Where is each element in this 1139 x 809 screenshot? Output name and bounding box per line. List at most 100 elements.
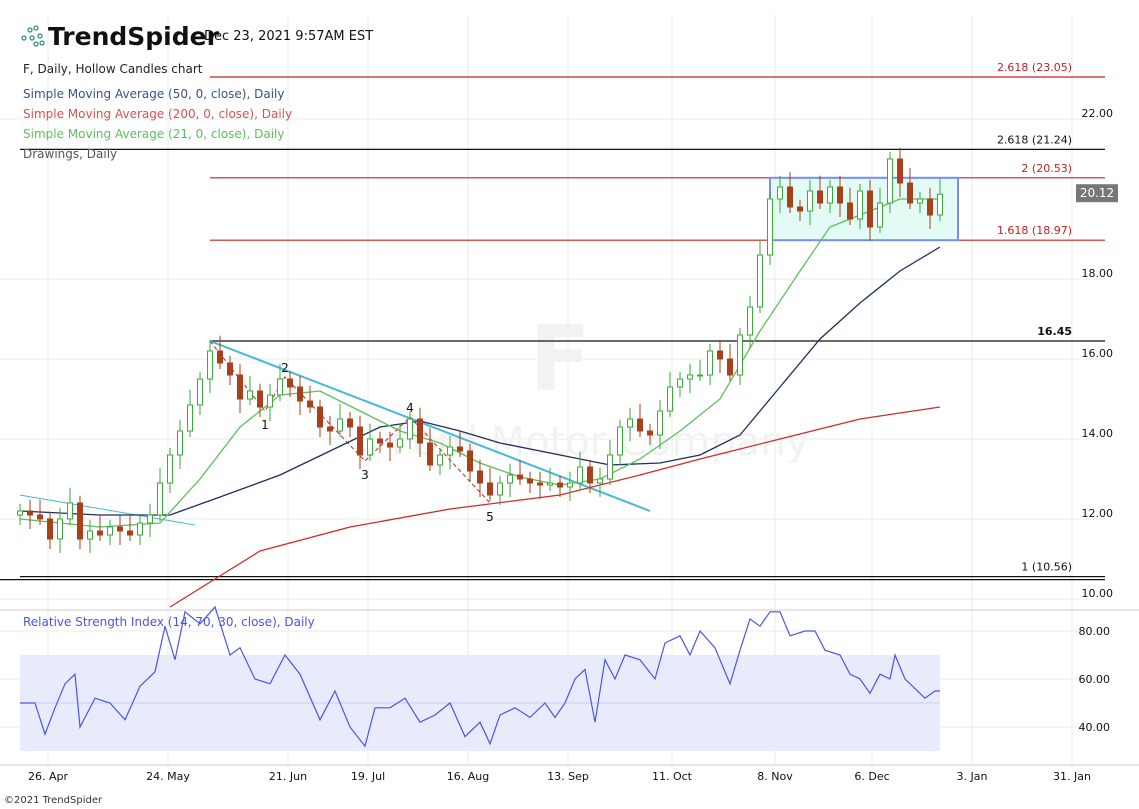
legend-main[interactable]: F, Daily, Hollow Candles chart (23, 62, 203, 76)
fib-level-label: 1 (10.56) (1021, 561, 1072, 574)
candle-up (607, 454, 613, 480)
candle-up (247, 390, 253, 400)
candle-down (127, 530, 133, 536)
candle-down (467, 450, 473, 472)
watermark-symbol: F (529, 307, 590, 412)
candle-up (627, 418, 633, 428)
candle-up (807, 190, 813, 212)
candle-up (857, 190, 863, 220)
candle-up (447, 446, 453, 456)
candle-up (147, 514, 153, 524)
fib-level-label: 2 (20.53) (1021, 162, 1072, 175)
rsi-tick-label: 80.00 (1079, 625, 1111, 638)
candle-down (787, 186, 793, 208)
candle-up (877, 202, 883, 228)
candle-up (277, 378, 283, 396)
candle-down (357, 426, 363, 456)
candle-up (547, 482, 553, 486)
candle-up (197, 378, 203, 406)
candle-down (297, 386, 303, 402)
candle-down (487, 482, 493, 496)
candle-down (517, 474, 523, 480)
price-tick-label: 18.00 (1082, 267, 1114, 280)
rsi-tick-label: 40.00 (1079, 721, 1111, 734)
price-tick-label: 16.00 (1082, 347, 1114, 360)
time-tick-label: 6. Dec (854, 770, 889, 783)
candle-up (167, 454, 173, 484)
candle-up (707, 350, 713, 376)
candle-up (157, 482, 163, 516)
candle-up (937, 193, 943, 216)
candle-up (677, 378, 683, 388)
candle-down (77, 502, 83, 540)
candle-down (117, 526, 123, 532)
candle-up (57, 518, 63, 540)
candle-down (307, 400, 313, 408)
candle-down (317, 406, 323, 428)
legend-sma21[interactable]: Simple Moving Average (21, 0, close), Da… (23, 127, 284, 141)
candle-up (697, 374, 703, 377)
candle-up (437, 454, 443, 466)
candle-down (847, 202, 853, 220)
price-tick-label: 14.00 (1082, 427, 1114, 440)
candle-down (837, 186, 843, 204)
time-tick-label: 16. Aug (447, 770, 489, 783)
candle-up (497, 482, 503, 496)
brand-logo: TrendSpider (48, 22, 220, 51)
trendspider-logo-icon (21, 25, 45, 47)
wave-label: 3 (361, 468, 369, 482)
time-tick-label: 21. Jun (269, 770, 307, 783)
candle-down (537, 482, 543, 486)
fib-level-label: 2.618 (23.05) (997, 61, 1072, 74)
legend-sma50[interactable]: Simple Moving Average (50, 0, close), Da… (23, 87, 284, 101)
time-tick-label: 19. Jul (351, 770, 385, 783)
candle-up (597, 478, 603, 484)
candle-down (717, 350, 723, 360)
legend-drawings[interactable]: Drawings, Daily (23, 147, 117, 161)
timestamp: Dec 23, 2021 9:57AM EST (204, 29, 373, 44)
candle-down (427, 442, 433, 466)
time-tick-label: 26. Apr (28, 770, 68, 783)
legend-sma200[interactable]: Simple Moving Average (200, 0, close), D… (23, 107, 292, 121)
candle-down (387, 442, 393, 448)
candle-up (777, 186, 783, 200)
candle-down (927, 198, 933, 216)
candle-down (377, 438, 383, 444)
time-tick-label: 11. Oct (652, 770, 693, 783)
candle-up (507, 474, 513, 484)
candle-down (27, 510, 33, 516)
candle-down (237, 374, 243, 400)
chart[interactable]: F Ford Motor Company 2.618 (23.05) 2.618 … (0, 0, 1139, 809)
fib-level-label: 2.618 (21.24) (997, 133, 1072, 146)
candle-down (897, 158, 903, 184)
candle-up (137, 522, 143, 536)
candle-up (367, 438, 373, 456)
candle-up (187, 404, 193, 432)
candle-up (567, 482, 573, 488)
time-tick-label: 31. Jan (1053, 770, 1091, 783)
candle-down (797, 206, 803, 212)
candle-down (217, 350, 223, 364)
wave-label: 1 (261, 418, 269, 432)
candle-down (907, 182, 913, 204)
candle-down (457, 446, 463, 452)
candle-down (257, 390, 263, 408)
candle-down (417, 418, 423, 444)
price-tick-label: 10.00 (1082, 587, 1114, 600)
legend-rsi[interactable]: Relative Strength Index (14, 70, 30, clo… (23, 615, 315, 629)
candle-up (887, 158, 893, 204)
candle-down (47, 518, 53, 540)
last-price-label: 20.12 (1080, 186, 1114, 200)
candle-up (267, 394, 273, 408)
candle-down (527, 478, 533, 484)
candle-up (657, 410, 663, 436)
candle-up (177, 430, 183, 456)
candle-down (327, 426, 333, 432)
candle-up (667, 386, 673, 412)
candle-up (737, 334, 743, 376)
candle-down (347, 418, 353, 428)
candle-down (557, 482, 563, 488)
candle-up (17, 510, 23, 516)
candle-up (407, 418, 413, 440)
price-tick-label: 22.00 (1082, 107, 1114, 120)
